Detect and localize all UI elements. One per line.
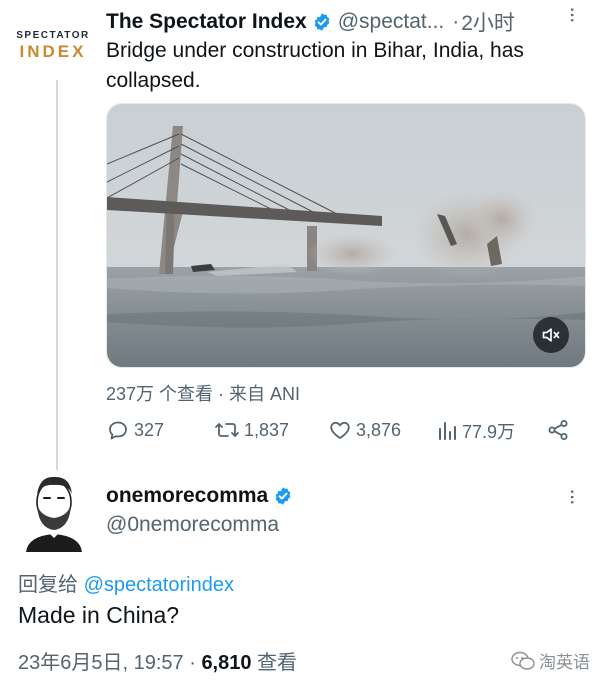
tweet-time[interactable]: 2小时 xyxy=(461,7,515,37)
verified-badge-icon xyxy=(314,13,330,31)
bridge-collapse-video-frame xyxy=(107,104,585,367)
tweet-video[interactable] xyxy=(106,103,586,368)
reply-text: Made in China? xyxy=(18,602,180,628)
reply-verified-badge-icon xyxy=(275,487,291,505)
reply-date-time[interactable]: 23年6月5日, 19:57 · xyxy=(18,652,201,674)
retweet-icon xyxy=(215,423,239,437)
replying-to-prefix: 回复给 xyxy=(18,574,84,596)
avatar-logo-line1: SPECTATOR xyxy=(16,30,90,41)
author-handle[interactable]: @spectat... xyxy=(338,10,445,34)
share-button[interactable] xyxy=(546,418,574,442)
reply-more-options-icon[interactable]: ··· xyxy=(561,488,586,504)
analytics-bars-icon xyxy=(439,422,456,440)
reply-view-label: 查看 xyxy=(251,652,298,674)
like-button[interactable]: 3,876 xyxy=(328,418,401,442)
reply-view-count: 6,810 xyxy=(201,652,252,674)
heart-icon xyxy=(330,421,350,439)
retweet-button[interactable]: 1,837 xyxy=(214,418,289,442)
thread-line xyxy=(56,80,58,470)
replying-to-mention-link[interactable]: @spectatorindex xyxy=(84,574,234,596)
more-options-icon[interactable]: ··· xyxy=(561,6,586,22)
spectator-index-avatar[interactable]: SPECTATOR INDEX xyxy=(10,30,96,62)
watermark: 淘英语 xyxy=(511,648,590,673)
reply-author-handle[interactable]: @0nemorecomma xyxy=(106,513,279,537)
reply-metadata: 23年6月5日, 19:57 · 6,810 查看 xyxy=(18,646,297,675)
tweet-header: The Spectator Index @spectat... · 2小时 xyxy=(106,8,592,36)
author-name[interactable]: The Spectator Index xyxy=(106,10,307,34)
separator-dot: · xyxy=(452,10,460,33)
mute-button[interactable] xyxy=(533,317,569,353)
views-count: 77.9万 xyxy=(462,422,516,442)
wechat-icon xyxy=(511,651,535,670)
reply-button[interactable]: 327 xyxy=(106,418,164,442)
reply-icon xyxy=(109,421,127,440)
views-and-source: 237万 个查看 · 来自 ANI xyxy=(106,384,301,404)
watermark-text: 淘英语 xyxy=(539,653,590,672)
share-icon xyxy=(548,420,568,440)
speaker-muted-icon xyxy=(542,328,560,342)
like-count: 3,876 xyxy=(356,419,402,440)
retweet-count: 1,837 xyxy=(244,419,290,440)
tweet-actions-bar: 327 1,837 3,876 77.9万 xyxy=(106,418,576,448)
views-button[interactable]: 77.9万 xyxy=(436,418,515,444)
reply-author-row: onemorecomma xyxy=(106,484,299,508)
reply-count: 327 xyxy=(134,419,165,440)
reply-author-name[interactable]: onemorecomma xyxy=(106,484,268,508)
bearded-man-illustration xyxy=(26,476,82,552)
tweet-text: Bridge under construction in Bihar, Indi… xyxy=(106,39,524,92)
replying-to-line: 回复给 @spectatorindex xyxy=(18,568,234,597)
avatar-logo-line2: INDEX xyxy=(19,42,87,61)
onemorecomma-avatar[interactable] xyxy=(18,472,90,552)
